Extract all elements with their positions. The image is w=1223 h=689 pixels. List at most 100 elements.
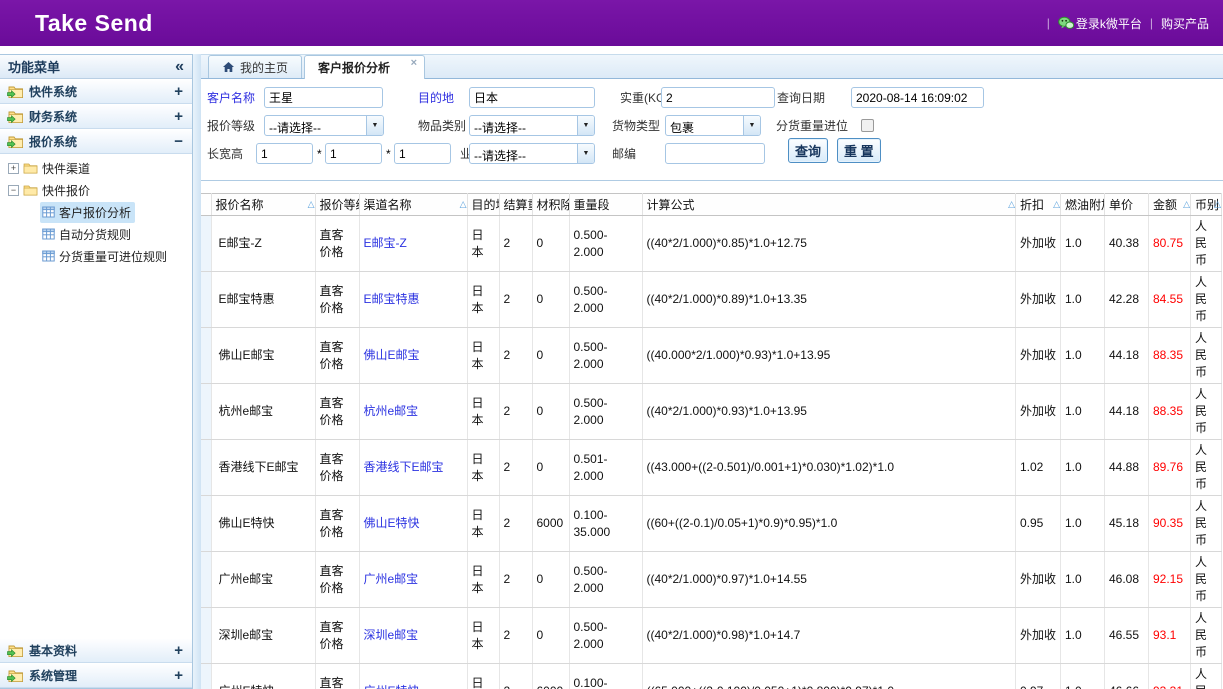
cell-name: E邮宝特惠 xyxy=(211,272,315,328)
tree-leaf[interactable]: 自动分货规则 xyxy=(40,224,135,245)
query-date-input[interactable] xyxy=(851,87,984,108)
sidebar-tree-item[interactable]: 客户报价分析 xyxy=(0,201,192,223)
brand-logo: Take Send xyxy=(35,10,153,37)
cell-currency: 人民币 xyxy=(1191,440,1222,496)
expand-toggle-icon[interactable]: + xyxy=(174,86,183,98)
weight-input[interactable] xyxy=(661,87,775,108)
sidebar-tree-item[interactable]: −快件报价 xyxy=(0,179,192,201)
cell-fuel: 1.0 xyxy=(1061,552,1105,608)
cell-vol: 0 xyxy=(532,552,569,608)
tab-home[interactable]: 我的主页 xyxy=(208,55,302,78)
report-grid-icon xyxy=(42,206,55,218)
customer-name-input[interactable] xyxy=(264,87,383,108)
cell-discount: 外加收 xyxy=(1016,272,1061,328)
sidebar-group-label: 快件系统 xyxy=(29,83,77,100)
expand-toggle-icon[interactable]: + xyxy=(174,111,183,123)
cell-channel: E邮宝特惠 xyxy=(359,272,467,328)
channel-link[interactable]: E邮宝特惠 xyxy=(364,292,420,306)
business-type-select[interactable]: --请选择--▼ xyxy=(469,143,595,164)
tab-strip: 我的主页客户报价分析× xyxy=(201,55,1223,79)
table-row: 香港线下E邮宝直客价格香港线下E邮宝日本200.501-2.000((43.00… xyxy=(201,440,1222,496)
chevron-down-icon: ▼ xyxy=(577,144,594,163)
channel-link[interactable]: 香港线下E邮宝 xyxy=(364,460,444,474)
cell-range: 0.100-35.000 xyxy=(569,664,642,689)
cell-grade: 直客价格 xyxy=(315,664,359,689)
tree-expander-icon[interactable]: + xyxy=(8,163,19,174)
carry-weight-checkbox[interactable] xyxy=(861,119,874,132)
cell-dest: 日本 xyxy=(467,440,499,496)
cell-fuel: 1.0 xyxy=(1061,440,1105,496)
sidebar-tree-item[interactable]: 分货重量可进位规则 xyxy=(0,245,192,267)
quote-grade-select[interactable]: --请选择--▼ xyxy=(264,115,384,136)
sidebar-group[interactable]: 财务系统+ xyxy=(0,104,192,129)
sidebar-group-label: 报价系统 xyxy=(29,133,77,150)
main-panel: 我的主页客户报价分析× 客户名称 目的地 实重(KG) 查询日期 报价等级 --… xyxy=(201,54,1223,689)
cell-fuel: 1.0 xyxy=(1061,328,1105,384)
sidebar-tree-item[interactable]: 自动分货规则 xyxy=(0,223,192,245)
cell-name: 杭州e邮宝 xyxy=(211,384,315,440)
item-category-select[interactable]: --请选择--▼ xyxy=(469,115,595,136)
cell-vol: 0 xyxy=(532,328,569,384)
sidebar-group[interactable]: 系统管理 + xyxy=(0,663,192,688)
tree-leaf[interactable]: 分货重量可进位规则 xyxy=(40,246,171,267)
cell-grade: 直客价格 xyxy=(315,440,359,496)
sort-icon: △ xyxy=(1008,199,1015,210)
sidebar-group[interactable]: 报价系统 − xyxy=(0,129,192,154)
cell-grade: 直客价格 xyxy=(315,496,359,552)
channel-link[interactable]: 佛山E特快 xyxy=(364,516,420,530)
tab-active[interactable]: 客户报价分析× xyxy=(304,55,425,79)
width-input[interactable] xyxy=(325,143,382,164)
cell-sel xyxy=(201,272,211,328)
table-row: 广州E特快直客价格广州E特快日本260000.100-35.000((65.00… xyxy=(201,664,1222,689)
channel-link[interactable]: E邮宝-Z xyxy=(364,236,407,250)
cell-dest: 日本 xyxy=(467,608,499,664)
close-tab-icon[interactable]: × xyxy=(411,57,417,69)
sidebar-group[interactable]: 快件系统 + xyxy=(0,79,192,104)
report-grid-icon xyxy=(42,250,55,262)
chevron-down-icon: ▼ xyxy=(366,116,383,135)
cell-sel xyxy=(201,440,211,496)
channel-link[interactable]: 深圳e邮宝 xyxy=(364,628,419,642)
folder-arrow-icon xyxy=(7,110,24,124)
column-header-dest: 目的地 xyxy=(467,194,499,216)
expand-toggle-icon[interactable]: − xyxy=(174,136,183,148)
column-header-discount[interactable]: 折扣△ xyxy=(1016,194,1061,216)
tree-expander-icon[interactable]: − xyxy=(8,185,19,196)
cell-discount: 外加收 xyxy=(1016,328,1061,384)
column-header-channel[interactable]: 渠道名称△ xyxy=(359,194,467,216)
destination-input[interactable] xyxy=(469,87,595,108)
reset-button[interactable]: 重 置 xyxy=(837,138,881,163)
channel-link[interactable]: 广州e邮宝 xyxy=(364,572,419,586)
cell-channel: E邮宝-Z xyxy=(359,216,467,272)
channel-link[interactable]: 佛山E邮宝 xyxy=(364,348,420,362)
expand-toggle-icon[interactable]: + xyxy=(174,645,183,657)
cargo-type-select[interactable]: 包裹▼ xyxy=(665,115,761,136)
channel-link[interactable]: 广州E特快 xyxy=(364,684,420,689)
search-button[interactable]: 查询 xyxy=(788,138,828,163)
column-header-formula[interactable]: 计算公式△ xyxy=(642,194,1016,216)
cell-settle: 2 xyxy=(499,664,532,689)
column-header-amount[interactable]: 金额△ xyxy=(1149,194,1191,216)
channel-link[interactable]: 杭州e邮宝 xyxy=(364,404,419,418)
buy-product-link[interactable]: 购买产品 xyxy=(1161,15,1209,32)
sidebar-group[interactable]: 基本资料+ xyxy=(0,638,192,663)
length-input[interactable] xyxy=(256,143,313,164)
cell-amount: 92.15 xyxy=(1149,552,1191,608)
expand-toggle-icon[interactable]: + xyxy=(174,670,183,682)
cell-formula: ((40*2/1.000)*0.97)*1.0+14.55 xyxy=(642,552,1016,608)
column-header-name[interactable]: 报价名称△ xyxy=(211,194,315,216)
report-grid-icon xyxy=(42,228,55,240)
destination-label: 目的地 xyxy=(418,89,454,106)
column-header-currency[interactable]: 币别△ xyxy=(1191,194,1222,216)
tree-item-label: 快件渠道 xyxy=(42,160,90,177)
collapse-sidebar-icon[interactable]: « xyxy=(175,60,184,74)
zipcode-input[interactable] xyxy=(665,143,765,164)
login-kwei-link[interactable]: 登录k微平台 xyxy=(1058,15,1142,32)
cell-amount: 89.76 xyxy=(1149,440,1191,496)
sidebar-tree-item[interactable]: + 快件渠道 xyxy=(0,157,192,179)
sidebar-group-label: 系统管理 xyxy=(29,667,77,684)
sidebar-splitter[interactable] xyxy=(193,54,201,689)
cell-settle: 2 xyxy=(499,608,532,664)
tree-leaf[interactable]: 客户报价分析 xyxy=(40,202,135,223)
cell-dest: 日本 xyxy=(467,328,499,384)
